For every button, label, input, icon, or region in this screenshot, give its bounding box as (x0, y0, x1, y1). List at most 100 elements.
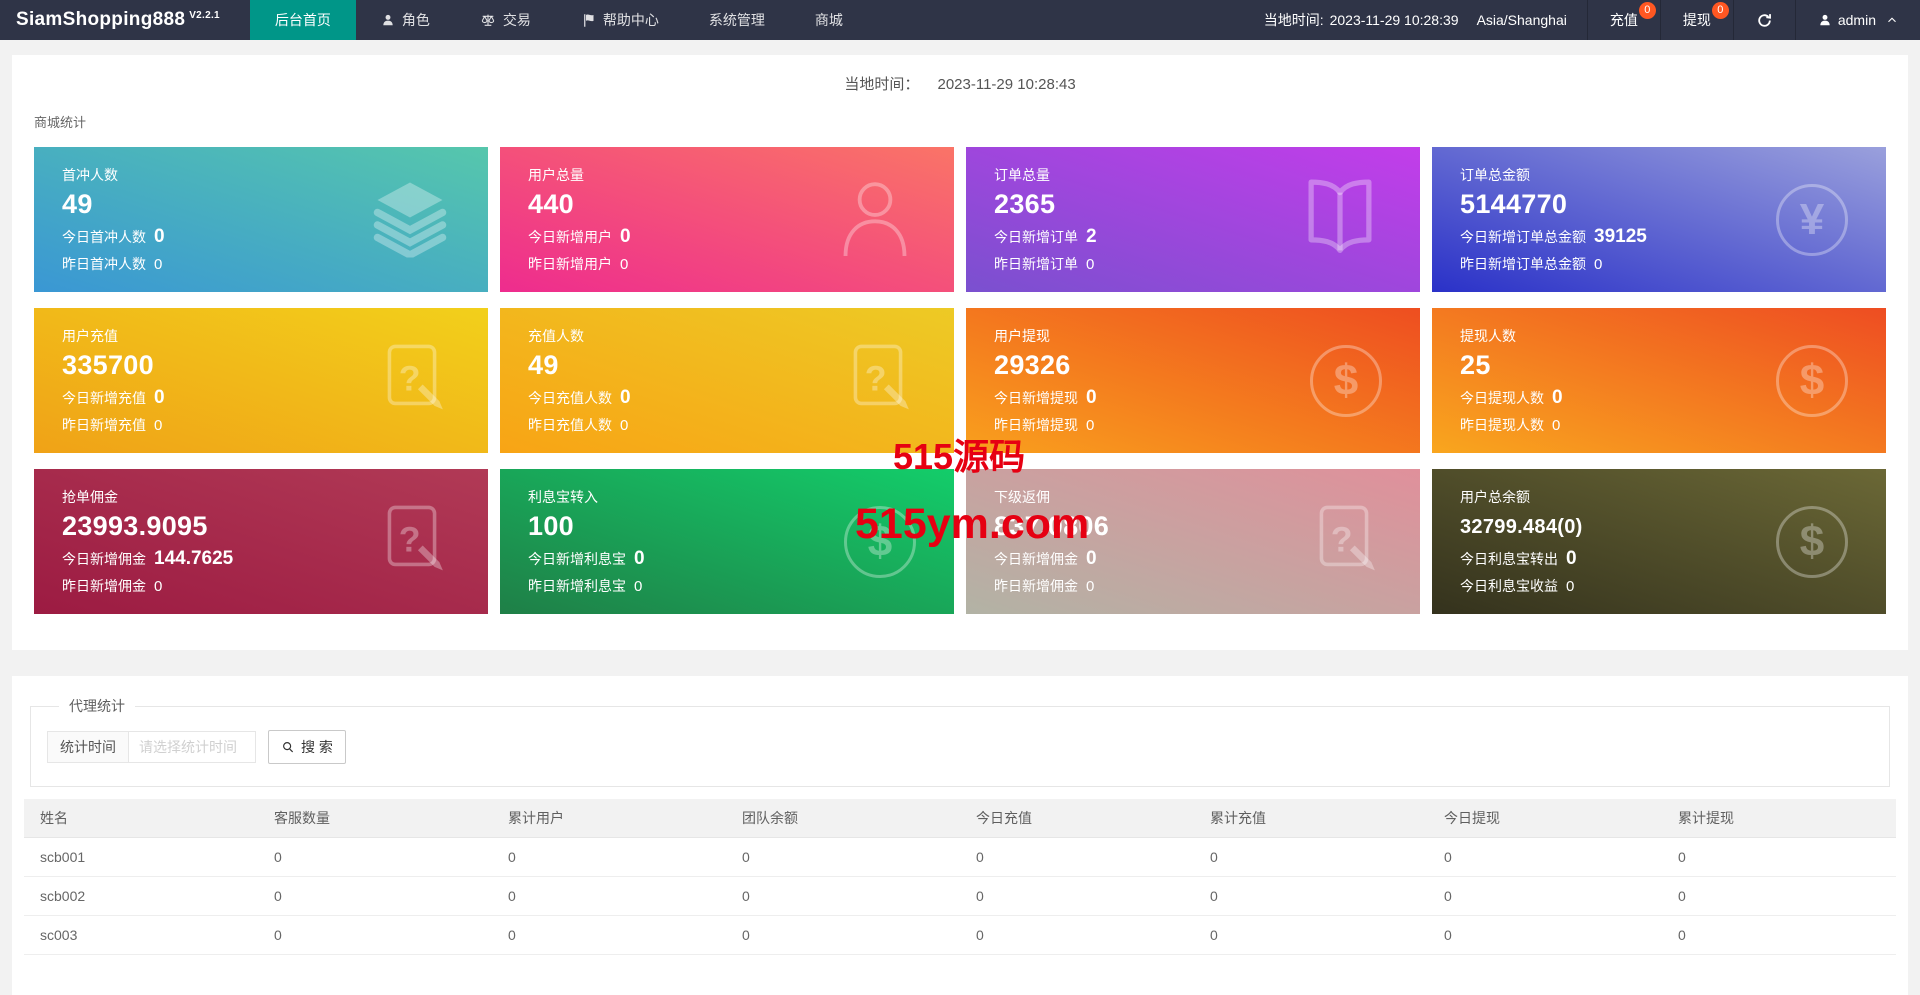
card-yesterday-label: 昨日新增订单总金额 (1460, 256, 1586, 272)
card-yesterday-line: 昨日新增利息宝 0 (528, 576, 926, 598)
nav-item-label: 后台首页 (274, 12, 331, 28)
card-yesterday-value: 0 (620, 256, 629, 273)
table-cell: 0 (492, 876, 726, 916)
nav-item-roles[interactable]: 角色 (356, 0, 455, 40)
stat-time-input[interactable] (128, 731, 256, 763)
nav-action-recharge[interactable]: 充值 0 (1586, 0, 1660, 40)
card-yesterday-label: 昨日新增用户 (528, 256, 612, 272)
table-cell: scb001 (24, 837, 258, 877)
svg-text:?: ? (399, 358, 421, 398)
panel-time-label: 当地时间： (844, 76, 920, 93)
card-yesterday-value: 0 (154, 417, 163, 434)
scales-icon (480, 12, 496, 28)
table-cell: 0 (960, 915, 1194, 955)
card-yesterday-label: 昨日首冲人数 (62, 256, 146, 272)
card-yesterday-line: 昨日新增提现 0 (994, 415, 1392, 437)
card-yesterday-value: 0 (1086, 256, 1095, 273)
card-today-value: 144.7625 (154, 548, 234, 569)
filter-label: 统计时间 (47, 731, 129, 763)
card-today-label: 今日利息宝转出 (1460, 551, 1558, 567)
table-cell: 0 (1428, 837, 1662, 877)
card-today-value: 0 (1086, 387, 1097, 408)
table-cell: 0 (1428, 876, 1662, 916)
column-header: 累计提现 (1662, 799, 1896, 838)
nav-action-label: 提现 (1682, 12, 1711, 28)
refresh-icon (1756, 12, 1773, 29)
user-icon (834, 176, 916, 263)
survey-icon: ? (374, 340, 450, 421)
agent-panel: 代理统计 统计时间 搜 索 姓名客服数量累计用户团队余额今日充值累计充值今日提现… (12, 676, 1908, 995)
table-cell: sc003 (24, 915, 258, 955)
nav-item-label: 商城 (814, 12, 843, 28)
refresh-button[interactable] (1732, 0, 1795, 40)
nav-item-help-center[interactable]: 帮助中心 (556, 0, 684, 40)
card-today-value: 0 (154, 387, 165, 408)
filter-row: 统计时间 搜 索 (47, 730, 1873, 764)
agent-fieldset: 代理统计 统计时间 搜 索 (30, 696, 1890, 787)
card-yesterday-label: 昨日新增充值 (62, 417, 146, 433)
card-yesterday-label: 昨日新增利息宝 (528, 578, 626, 594)
yen-icon: ¥ (1776, 183, 1848, 256)
card-yesterday-value: 0 (154, 578, 163, 595)
column-header: 累计用户 (492, 799, 726, 838)
table-row: scb002 0 0 0 0 0 0 0 (24, 876, 1896, 916)
survey-icon: ? (840, 340, 916, 421)
card-yesterday-value: 0 (620, 417, 629, 434)
local-time-label: 当地时间: (1263, 12, 1324, 28)
nav-item-system[interactable]: 系统管理 (684, 0, 790, 40)
stat-card-total-users: 用户总量 440 今日新增用户 0 昨日新增用户 0 (500, 147, 954, 292)
brand-logo[interactable]: SiamShopping888 V2.2.1 (0, 0, 236, 40)
nav-item-mall[interactable]: 商城 (790, 0, 868, 40)
table-cell: 0 (1194, 876, 1428, 916)
card-today-label: 今日新增订单总金额 (1460, 229, 1586, 245)
user-icon (1818, 13, 1832, 27)
card-yesterday-value: 0 (634, 578, 643, 595)
card-today-label: 今日新增佣金 (994, 551, 1078, 567)
card-yesterday-line: 昨日新增订单总金额 0 (1460, 254, 1858, 276)
agent-table: 姓名 客服数量 累计用户 团队余额 今日充值 累计充值 今日提现 累计提现 scb001 0 0 0… (24, 799, 1896, 955)
table-cell: 0 (258, 915, 492, 955)
stat-card-recharge-users: 充值人数 49 今日充值人数 0 昨日充值人数 0? (500, 308, 954, 453)
card-today-value: 0 (620, 387, 631, 408)
svg-text:?: ? (399, 519, 421, 559)
nav-item-home[interactable]: 后台首页 (249, 0, 356, 40)
card-today-label: 今日新增充值 (62, 390, 146, 406)
card-today-value: 0 (154, 226, 165, 247)
nav-item-label: 帮助中心 (602, 12, 659, 28)
stat-card-user-total-balance: 用户总余额 32799.484(0) 今日利息宝转出 0 今日利息宝收益 0 $ (1432, 469, 1886, 614)
card-yesterday-label: 昨日新增佣金 (62, 578, 146, 594)
person-icon (381, 13, 395, 27)
nav-menu: 后台首页 角色 交易 帮助中心 系统管理 商城 (249, 0, 868, 40)
section-title: 商城统计 (34, 115, 87, 130)
card-title: 提现人数 (1460, 328, 1516, 344)
card-yesterday-label: 昨日新增佣金 (994, 578, 1078, 594)
brand-version: V2.2.1 (189, 9, 220, 21)
column-header: 团队余额 (726, 799, 960, 838)
search-button[interactable]: 搜 索 (268, 730, 346, 764)
admin-username: admin (1837, 12, 1876, 28)
card-today-label: 今日提现人数 (1460, 390, 1544, 406)
card-today-value: 0 (1566, 548, 1577, 569)
layers-icon (370, 177, 450, 262)
card-today-label: 今日首冲人数 (62, 229, 146, 245)
local-time-value: 2023-11-29 10:28:39 (1329, 12, 1459, 28)
card-yesterday-label: 昨日新增订单 (994, 256, 1078, 272)
stat-card-total-order-amount: 订单总金额 5144770 今日新增订单总金额 39125 昨日新增订单总金额 0 ¥ (1432, 147, 1886, 292)
panel-local-time: 当地时间： 2023-11-29 10:28:43 (34, 73, 1886, 94)
card-title: 用户总余额 (1460, 489, 1530, 505)
card-yesterday-label: 昨日提现人数 (1460, 417, 1544, 433)
stats-panel: 当地时间： 2023-11-29 10:28:43 商城统计 首冲人数 49 今日首… (12, 55, 1908, 650)
coin-glyph: $ (1776, 344, 1848, 417)
admin-menu[interactable]: admin (1794, 0, 1920, 40)
withdraw-badge: 0 (1711, 2, 1729, 19)
nav-action-withdraw[interactable]: 提现 0 (1659, 0, 1733, 40)
nav-item-trade[interactable]: 交易 (455, 0, 556, 40)
stat-card-first-charge-users: 首冲人数 49 今日首冲人数 0 昨日首冲人数 0 (34, 147, 488, 292)
search-icon (281, 740, 295, 754)
card-today-value: 2 (1086, 226, 1097, 247)
watermark-1: 515源码 (893, 436, 1026, 477)
table-cell: 0 (258, 837, 492, 877)
card-yesterday-value: 0 (1552, 417, 1561, 434)
column-header: 客服数量 (258, 799, 492, 838)
stat-card-user-withdraw: 用户提现 29326 今日新增提现 0 昨日新增提现 0 $ (966, 308, 1420, 453)
